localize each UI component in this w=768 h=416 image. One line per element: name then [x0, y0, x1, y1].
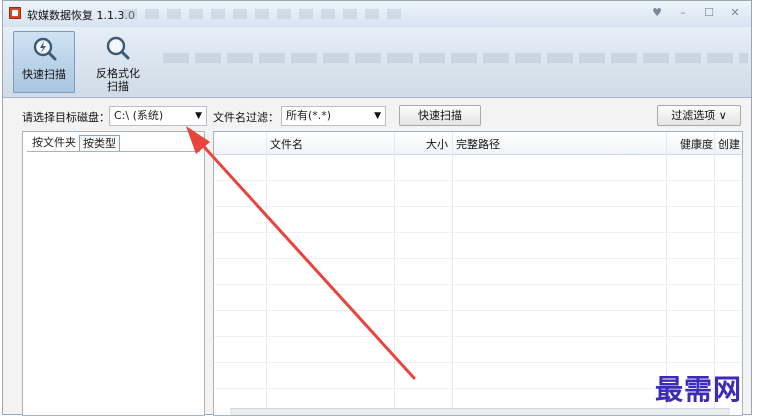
column-divider	[394, 132, 395, 415]
app-window: 软媒数据恢复 1.1.3.0 ♥ – ☐ ✕ 快速扫描 反格式化 扫描 请选择目…	[2, 0, 752, 416]
title-bar: 软媒数据恢复 1.1.3.0 ♥ – ☐ ✕	[3, 1, 751, 27]
tab-divider	[27, 151, 200, 152]
column-header-health[interactable]: 健康度	[680, 136, 713, 152]
lightning-magnifier-icon	[33, 37, 57, 61]
column-header-size[interactable]: 大小	[426, 136, 448, 152]
quick-scan-toolbar-button[interactable]: 快速扫描	[13, 31, 75, 93]
blurred-background-strip	[163, 53, 748, 63]
row-divider	[214, 362, 742, 363]
row-divider	[214, 310, 742, 311]
column-divider	[452, 132, 453, 415]
dropdown-arrow-icon: ▼	[195, 111, 202, 121]
filter-options-button[interactable]: 过滤选项 ∨	[657, 105, 741, 126]
dropdown-arrow-icon: ▼	[374, 111, 381, 121]
filename-filter-label: 文件名过滤：	[213, 111, 279, 124]
unformat-scan-toolbar-button[interactable]: 反格式化 扫描	[87, 31, 149, 93]
filename-filter-value: 所有(*.*)	[286, 109, 332, 122]
close-button[interactable]: ✕	[727, 6, 743, 20]
row-divider	[214, 232, 742, 233]
magnifier-icon	[106, 36, 130, 60]
target-disk-select[interactable]: C:\ (系统) ▼	[109, 106, 207, 126]
row-divider	[214, 284, 742, 285]
horizontal-scrollbar[interactable]	[230, 408, 730, 415]
table-header: 文件名 大小 完整路径 健康度 创建	[214, 132, 742, 155]
watermark-text: 最需网	[655, 373, 743, 406]
app-logo-icon	[9, 7, 21, 19]
column-header-full-path[interactable]: 完整路径	[456, 136, 500, 152]
quick-scan-button[interactable]: 快速扫描	[399, 105, 481, 126]
folder-tree-panel[interactable]: 按文件夹 按类型	[22, 131, 205, 416]
tab-by-folder[interactable]: 按文件夹	[29, 135, 79, 151]
target-disk-value: C:\ (系统)	[114, 109, 164, 122]
target-disk-label: 请选择目标磁盘：	[22, 111, 110, 124]
column-header-created[interactable]: 创建	[718, 136, 740, 152]
row-divider	[214, 258, 742, 259]
tab-by-type[interactable]: 按类型	[79, 135, 120, 152]
unformat-scan-label-line1: 反格式化	[96, 67, 140, 80]
row-divider	[214, 180, 742, 181]
maximize-button[interactable]: ☐	[701, 6, 717, 20]
minimize-button[interactable]: –	[675, 6, 691, 20]
column-divider	[266, 132, 267, 415]
column-header-filename[interactable]: 文件名	[270, 136, 303, 152]
blurred-background-strip	[123, 9, 403, 19]
row-divider	[214, 206, 742, 207]
row-divider	[214, 336, 742, 337]
skin-icon[interactable]: ♥	[649, 6, 665, 20]
unformat-scan-label-line2: 扫描	[107, 80, 129, 93]
window-title: 软媒数据恢复 1.1.3.0	[27, 9, 135, 22]
filename-filter-select[interactable]: 所有(*.*) ▼	[281, 106, 386, 126]
quick-scan-label: 快速扫描	[22, 68, 66, 81]
toolbar: 快速扫描 反格式化 扫描	[3, 27, 751, 98]
